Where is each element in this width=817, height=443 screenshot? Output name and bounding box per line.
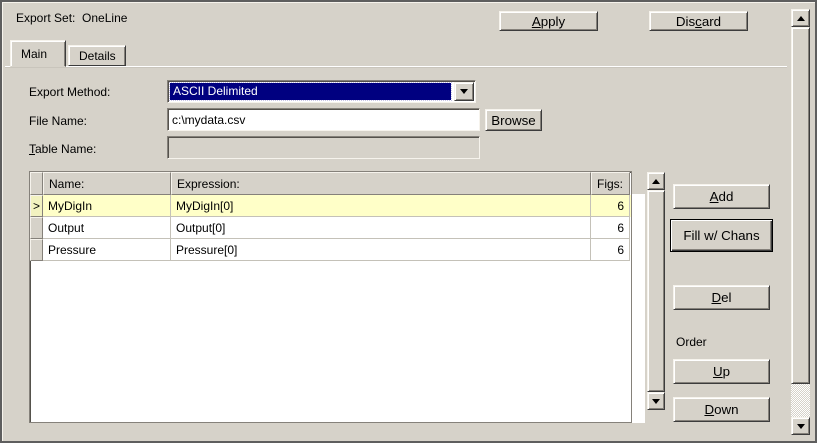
table-header-row: Name: Expression: Figs:: [30, 172, 631, 195]
apply-label-post: pply: [541, 14, 565, 29]
row-indicator: [30, 217, 43, 239]
order-label: Order: [676, 335, 707, 349]
add-label-key: A: [710, 189, 719, 204]
browse-button[interactable]: Browse: [485, 109, 542, 131]
arrow-up-icon: [797, 12, 805, 21]
cell-expression[interactable]: Output[0]: [171, 217, 591, 239]
dialog-scrollbar[interactable]: [791, 9, 810, 435]
arrow-up-icon: [652, 175, 660, 184]
row-indicator: >: [30, 195, 43, 217]
browse-label: Browse: [491, 113, 535, 128]
column-header-figs: Figs:: [591, 172, 630, 195]
apply-button[interactable]: Apply: [499, 11, 598, 31]
del-label-key: D: [711, 290, 721, 305]
del-button[interactable]: Del: [673, 285, 770, 310]
add-button[interactable]: Add: [673, 184, 770, 209]
export-set-value: OneLine: [82, 11, 127, 25]
tab-main-label: Main: [21, 47, 47, 61]
up-label-key: U: [713, 364, 723, 379]
down-button[interactable]: Down: [673, 397, 770, 422]
fill-with-chans-button[interactable]: Fill w/ Chans: [670, 219, 773, 252]
row-indicator: [30, 239, 43, 261]
del-label-post: el: [721, 290, 731, 305]
arrow-down-icon: [652, 399, 660, 408]
table-row[interactable]: Pressure Pressure[0] 6: [30, 239, 631, 261]
apply-label-key: A: [532, 14, 541, 29]
export-method-selected-value: ASCII Delimited: [170, 83, 451, 100]
down-label-post: own: [714, 402, 738, 417]
export-method-label: Export Method:: [29, 85, 110, 99]
table-filler: [631, 194, 645, 423]
scrollbar-track[interactable]: [791, 384, 810, 417]
discard-label-key: c: [695, 14, 702, 29]
table-row[interactable]: > MyDigIn MyDigIn[0] 6: [30, 195, 631, 217]
scrollbar-thumb[interactable]: [647, 190, 665, 392]
export-set-label: Export Set: OneLine: [16, 11, 127, 25]
tab-panel-border: [5, 66, 787, 67]
discard-label-post: ard: [702, 14, 721, 29]
fill-with-chans-label: Fill w/ Chans: [683, 228, 759, 243]
cell-figs[interactable]: 6: [591, 195, 630, 217]
scroll-down-button[interactable]: [647, 392, 665, 410]
arrow-down-icon: [797, 424, 805, 433]
export-set-caption: Export Set:: [16, 11, 75, 25]
column-header-name: Name:: [43, 172, 171, 195]
table-row[interactable]: Output Output[0] 6: [30, 217, 631, 239]
scroll-up-button[interactable]: [647, 172, 665, 190]
combo-dropdown-button[interactable]: [454, 82, 474, 101]
column-header-expression: Expression:: [171, 172, 591, 195]
chevron-down-icon: [460, 89, 468, 98]
up-button[interactable]: Up: [673, 359, 770, 384]
cell-expression[interactable]: Pressure[0]: [171, 239, 591, 261]
export-method-combobox[interactable]: ASCII Delimited: [167, 80, 476, 103]
row-indicator-header: [30, 172, 43, 195]
table-name-input: [167, 136, 480, 159]
table-name-label-post: able Name:: [35, 142, 96, 156]
file-name-input[interactable]: [167, 108, 480, 131]
up-label-post: p: [723, 364, 730, 379]
scrollbar-thumb[interactable]: [791, 27, 810, 384]
add-label-post: dd: [719, 189, 734, 204]
export-set-dialog: Export Set: OneLine Apply Discard Main D…: [0, 0, 817, 443]
tab-details-label: Details: [79, 49, 116, 63]
file-name-label: File Name:: [29, 114, 87, 128]
table-name-label: Table Name:: [29, 142, 96, 156]
scroll-up-button[interactable]: [791, 9, 810, 27]
discard-button[interactable]: Discard: [649, 11, 748, 31]
cell-name[interactable]: Pressure: [43, 239, 171, 261]
tab-details[interactable]: Details: [68, 45, 126, 66]
table-scrollbar[interactable]: [647, 172, 665, 410]
cell-expression[interactable]: MyDigIn[0]: [171, 195, 591, 217]
scroll-down-button[interactable]: [791, 417, 810, 435]
cell-figs[interactable]: 6: [591, 239, 630, 261]
cell-name[interactable]: Output: [43, 217, 171, 239]
channel-table: Name: Expression: Figs: > MyDigIn MyDigI…: [29, 171, 632, 423]
cell-figs[interactable]: 6: [591, 217, 630, 239]
down-label-key: D: [704, 402, 714, 417]
tab-main[interactable]: Main: [10, 40, 66, 67]
cell-name[interactable]: MyDigIn: [43, 195, 171, 217]
discard-label-pre: Dis: [676, 14, 695, 29]
